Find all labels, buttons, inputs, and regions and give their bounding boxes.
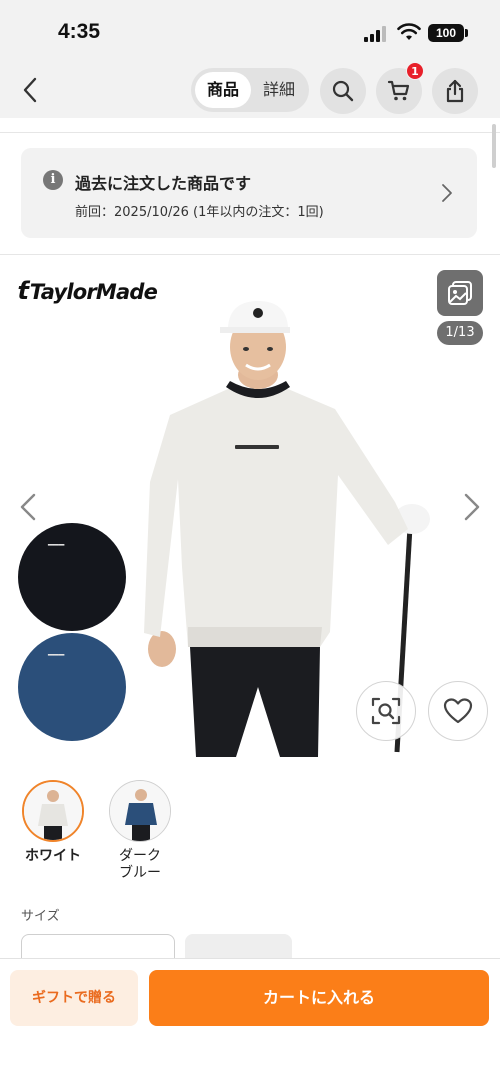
gallery-icon <box>448 281 472 305</box>
variant-white-photo <box>24 782 82 840</box>
search-icon <box>332 80 354 102</box>
image-list-button[interactable] <box>437 270 483 316</box>
color-thumbnail-dark-blue <box>109 780 171 842</box>
past-order-title: 過去に注文した商品です <box>75 174 252 193</box>
chevron-left-icon <box>23 77 37 103</box>
cart-icon <box>387 80 410 101</box>
product-image-gallery[interactable]: ƭTaylorMade ━━━ ━━━ 1/13 <box>0 255 500 760</box>
status-bar: 4:35 100 <box>0 0 500 62</box>
tab-details[interactable]: 詳細 <box>253 72 305 108</box>
past-order-subtitle: 前回：2025/10/26 (1年以内の注文：1回) <box>75 205 324 220</box>
swatch-logo-mark: ━━━ <box>48 651 65 661</box>
share-icon <box>446 79 464 103</box>
color-option-white[interactable]: ホワイト <box>21 780 85 865</box>
status-time: 4:35 <box>58 20 101 43</box>
tab-product[interactable]: 商品 <box>195 72 251 108</box>
wifi-icon <box>397 23 421 40</box>
cellular-signal-icon <box>364 26 386 42</box>
color-swatch-blue: ━━━ <box>18 633 126 741</box>
image-search-icon <box>371 697 401 725</box>
color-option-label: ダーク ブルー <box>119 848 161 881</box>
battery-indicator: 100 <box>428 24 464 42</box>
favorite-button[interactable] <box>428 681 488 741</box>
back-button[interactable] <box>12 70 48 110</box>
cart-badge: 1 <box>406 62 424 80</box>
gift-button[interactable]: ギフトで贈る <box>10 970 138 1026</box>
gallery-next-button[interactable] <box>460 491 484 523</box>
color-swatch-black: ━━━ <box>18 523 126 631</box>
chevron-right-icon <box>442 184 452 202</box>
search-button[interactable] <box>320 68 366 114</box>
image-counter: 1/13 <box>437 321 483 345</box>
size-section-label: サイズ <box>21 909 60 924</box>
visual-search-button[interactable] <box>356 681 416 741</box>
color-option-dark-blue[interactable]: ダーク ブルー <box>108 780 172 882</box>
color-thumbnail-white <box>22 780 84 842</box>
taylormade-t-mark-icon: ƭ <box>18 277 29 305</box>
gallery-prev-button[interactable] <box>16 491 40 523</box>
scroll-indicator <box>492 124 496 168</box>
add-to-cart-button[interactable]: カートに入れる <box>149 970 489 1026</box>
past-order-card[interactable]: i 過去に注文した商品です 前回：2025/10/26 (1年以内の注文：1回) <box>21 148 477 238</box>
nav-bar: 商品 詳細 1 <box>0 62 500 118</box>
divider <box>0 132 500 133</box>
bottom-action-bar: ギフトで贈る カートに入れる <box>0 958 500 1080</box>
product-detail-toggle: 商品 詳細 <box>191 68 309 112</box>
share-button[interactable] <box>432 68 478 114</box>
swatch-logo-mark: ━━━ <box>48 541 65 551</box>
variant-dark-blue-photo <box>110 781 170 841</box>
battery-tip <box>465 29 468 37</box>
info-icon: i <box>43 170 63 190</box>
color-option-label: ホワイト <box>25 848 81 864</box>
heart-icon <box>443 698 473 724</box>
brand-logo: ƭTaylorMade <box>18 277 158 305</box>
brand-name: TaylorMade <box>29 280 158 304</box>
